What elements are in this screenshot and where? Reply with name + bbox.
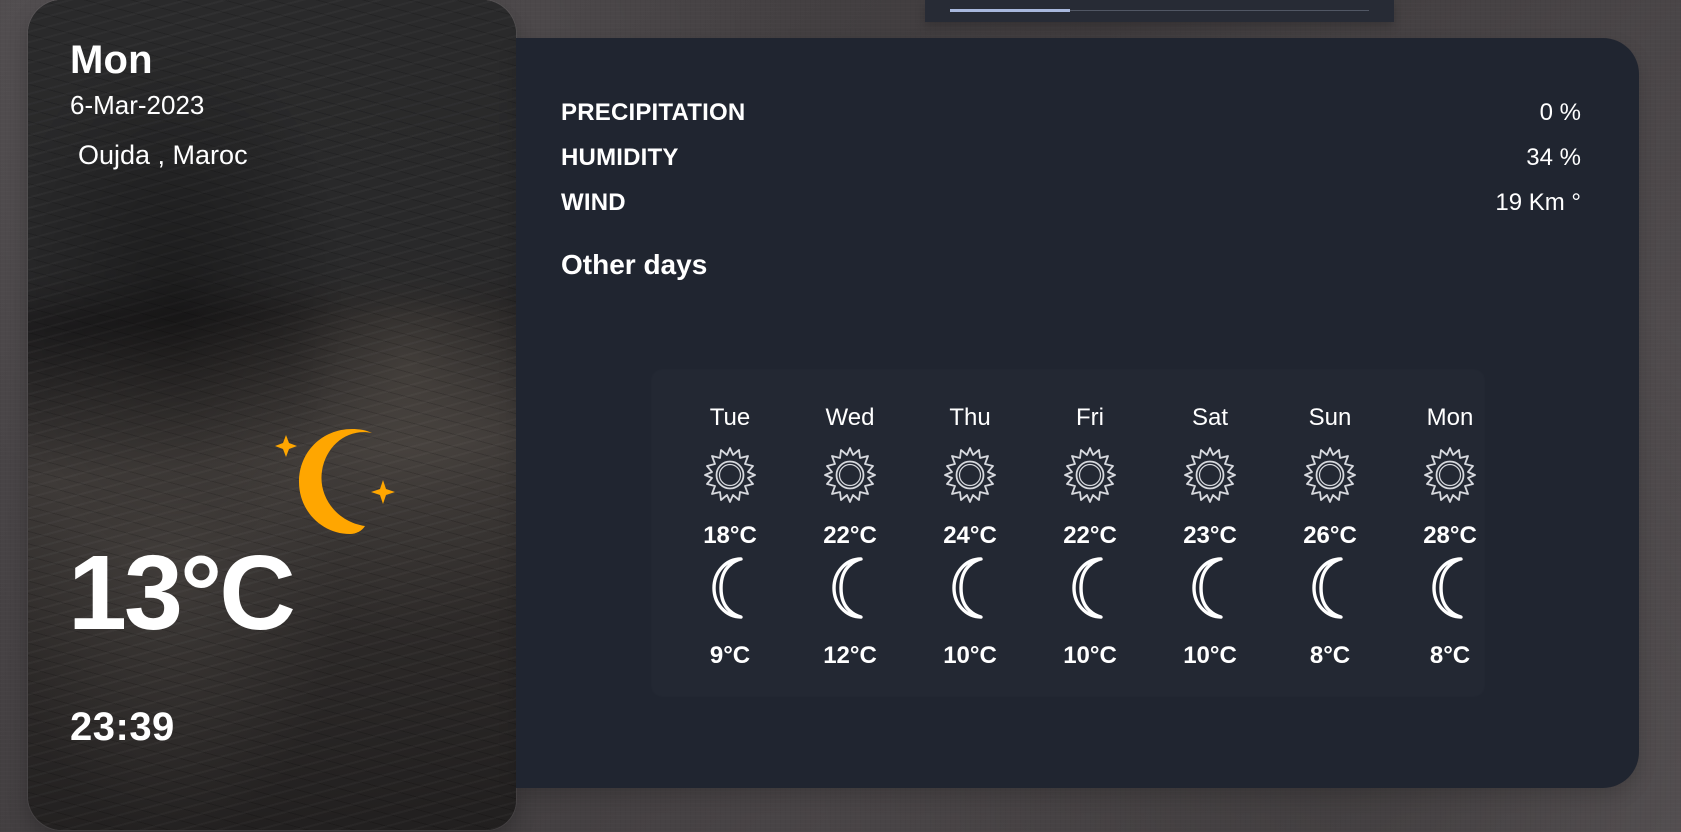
forecast-day-name: Sat: [1191, 404, 1229, 431]
top-tab-strip: [925, 0, 1394, 22]
sun-icon: [824, 447, 876, 503]
wind-value: 19 Km °: [1495, 189, 1581, 216]
forecast-high-temp: 23°C: [1183, 522, 1237, 549]
humidity-row: HUMIDITY 34 %: [561, 146, 1581, 174]
forecast-day-name: Fri: [1076, 404, 1104, 431]
forecast-day-wed: Wed 22°C 12°C: [790, 406, 910, 676]
forecast-day-name: Tue: [709, 404, 751, 431]
current-location: Oujda , Maroc: [78, 140, 248, 170]
forecast-low-temp: 10°C: [1063, 642, 1117, 669]
sun-icon: [1304, 447, 1356, 503]
forecast-high-temp: 24°C: [943, 522, 997, 549]
current-weather-content: Mon 6-Mar-2023 Oujda , Maroc 13°C 23:39: [28, 0, 516, 830]
current-temperature: 13°C: [68, 534, 296, 652]
wind-label: WIND: [561, 189, 626, 216]
forecast-low-temp: 8°C: [1309, 642, 1351, 669]
forecast-low-temp: 8°C: [1429, 642, 1471, 669]
current-time: 23:39: [70, 705, 175, 749]
sun-icon: [1424, 447, 1476, 503]
sun-icon: [1184, 447, 1236, 503]
sun-icon: [704, 447, 756, 503]
forecast-high-temp: 22°C: [823, 522, 877, 549]
forecast-low-temp: 10°C: [1183, 642, 1237, 669]
forecast-high-temp: 26°C: [1303, 522, 1357, 549]
weather-details-panel: PRECIPITATION 0 % HUMIDITY 34 % WIND 19 …: [516, 38, 1639, 788]
precipitation-label: PRECIPITATION: [561, 99, 746, 126]
forecast-day-sat: Sat 23°C 10°C: [1150, 406, 1270, 676]
moon-icon: [712, 557, 743, 619]
other-days-title: Other days: [561, 249, 708, 280]
other-days-forecast-card: Tue 18°C 9°C Wed 22°C 12°C Thu 24°C 10°C…: [652, 370, 1484, 696]
forecast-day-mon: Mon 28°C 8°C: [1390, 406, 1510, 676]
sun-icon: [944, 447, 996, 503]
forecast-day-sun: Sun 26°C 8°C: [1270, 406, 1390, 676]
forecast-low-temp: 9°C: [709, 642, 751, 669]
humidity-label: HUMIDITY: [561, 144, 679, 171]
current-weather-card: Mon 6-Mar-2023 Oujda , Maroc 13°C 23:39: [28, 0, 516, 830]
moon-icon: [1192, 557, 1223, 619]
forecast-day-name: Mon: [1426, 404, 1474, 431]
forecast-low-temp: 10°C: [943, 642, 997, 669]
moon-icon: [1312, 557, 1343, 619]
forecast-low-temp: 12°C: [823, 642, 877, 669]
precipitation-row: PRECIPITATION 0 %: [561, 101, 1581, 129]
forecast-day-fri: Fri 22°C 10°C: [1030, 406, 1150, 676]
forecast-high-temp: 22°C: [1063, 522, 1117, 549]
other-days-grid: Tue 18°C 9°C Wed 22°C 12°C Thu 24°C 10°C…: [670, 406, 1510, 676]
current-day: Mon: [70, 38, 153, 82]
forecast-day-tue: Tue 18°C 9°C: [670, 406, 790, 676]
moon-icon: [1072, 557, 1103, 619]
forecast-high-temp: 28°C: [1423, 522, 1477, 549]
forecast-day-thu: Thu 24°C 10°C: [910, 406, 1030, 676]
moon-icon: [952, 557, 983, 619]
sun-icon: [1064, 447, 1116, 503]
humidity-value: 34 %: [1526, 144, 1581, 171]
moon-icon: [832, 557, 863, 619]
wind-row: WIND 19 Km °: [561, 191, 1581, 219]
forecast-day-name: Sun: [1308, 404, 1352, 431]
forecast-day-name: Wed: [825, 404, 875, 431]
forecast-high-temp: 18°C: [703, 522, 757, 549]
top-tab-active-indicator: [950, 9, 1070, 12]
moon-icon: [1432, 557, 1463, 619]
precipitation-value: 0 %: [1539, 99, 1581, 126]
current-date: 6-Mar-2023: [70, 90, 205, 120]
forecast-day-name: Thu: [949, 404, 991, 431]
